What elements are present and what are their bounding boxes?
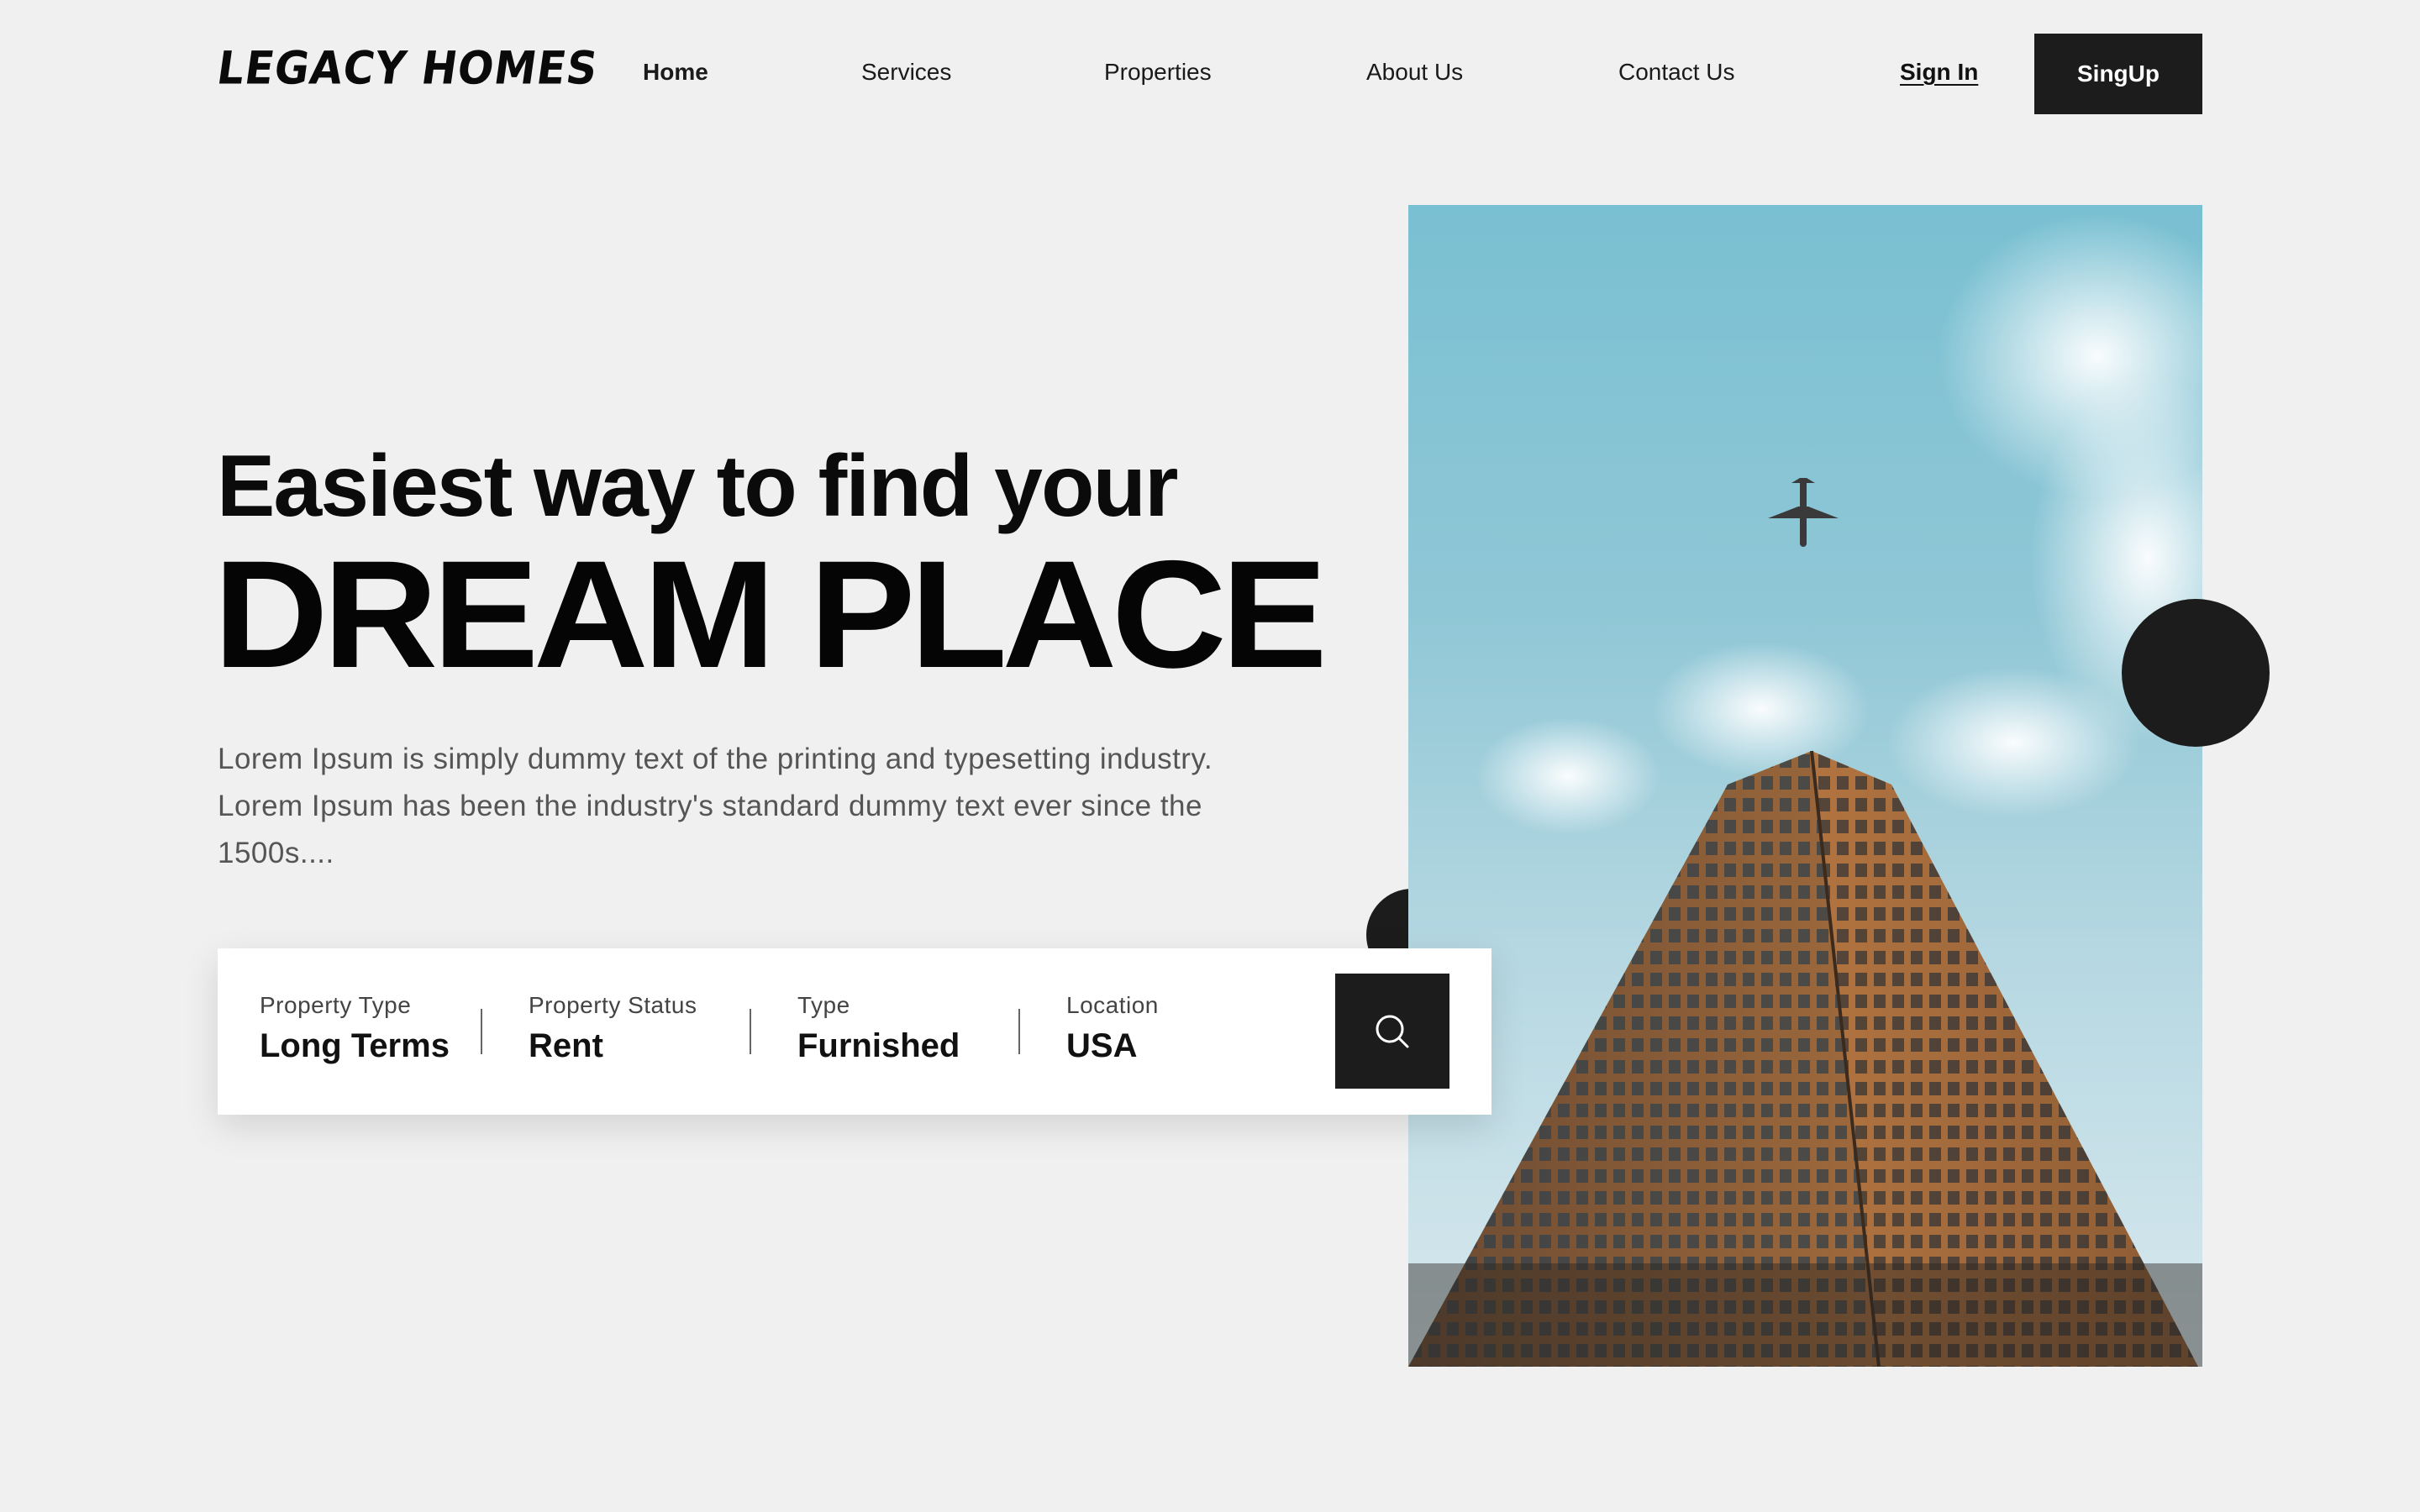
nav-about-us[interactable]: About Us xyxy=(1366,59,1463,86)
nav-contact-us[interactable]: Contact Us xyxy=(1618,59,1735,86)
divider xyxy=(750,1009,751,1054)
nav-properties[interactable]: Properties xyxy=(1104,59,1212,86)
hero-title: DREAM PLACE xyxy=(213,528,1328,700)
field-label: Type xyxy=(797,992,850,1018)
property-status-field[interactable]: Property Status Rent xyxy=(529,992,697,1065)
field-value[interactable]: USA xyxy=(1066,1027,1159,1065)
property-search-bar: Property Type Long Terms Property Status… xyxy=(218,948,1491,1115)
search-button[interactable] xyxy=(1335,974,1449,1089)
type-field[interactable]: Type Furnished xyxy=(797,992,960,1065)
field-value[interactable]: Furnished xyxy=(797,1027,960,1065)
divider xyxy=(1018,1009,1020,1054)
location-field[interactable]: Location USA xyxy=(1066,992,1159,1065)
decorative-circle-large xyxy=(2122,599,2270,747)
field-label: Location xyxy=(1066,992,1159,1018)
hero-description: Lorem Ipsum is simply dummy text of the … xyxy=(218,743,1213,869)
search-icon xyxy=(1376,1015,1409,1047)
nav-home[interactable]: Home xyxy=(643,59,708,86)
nav-services[interactable]: Services xyxy=(861,59,951,86)
skyscraper-illustration xyxy=(1408,213,2202,1367)
signup-button[interactable]: SingUp xyxy=(2034,34,2202,114)
brand-logo[interactable]: LEGACY HOMES xyxy=(214,42,602,95)
field-value[interactable]: Long Terms xyxy=(260,1027,450,1065)
hero-subtitle: Easiest way to find your xyxy=(217,438,1179,535)
field-label: Property Status xyxy=(529,992,697,1018)
sign-in-link[interactable]: Sign In xyxy=(1900,59,1978,86)
airplane-icon xyxy=(1768,478,1839,547)
property-type-field[interactable]: Property Type Long Terms xyxy=(260,992,450,1065)
field-label: Property Type xyxy=(260,992,412,1018)
landing-page: LEGACY HOMES Home Services Properties Ab… xyxy=(0,0,2420,1512)
field-value[interactable]: Rent xyxy=(529,1027,697,1065)
divider xyxy=(481,1009,482,1054)
hero-image xyxy=(1408,205,2202,1367)
